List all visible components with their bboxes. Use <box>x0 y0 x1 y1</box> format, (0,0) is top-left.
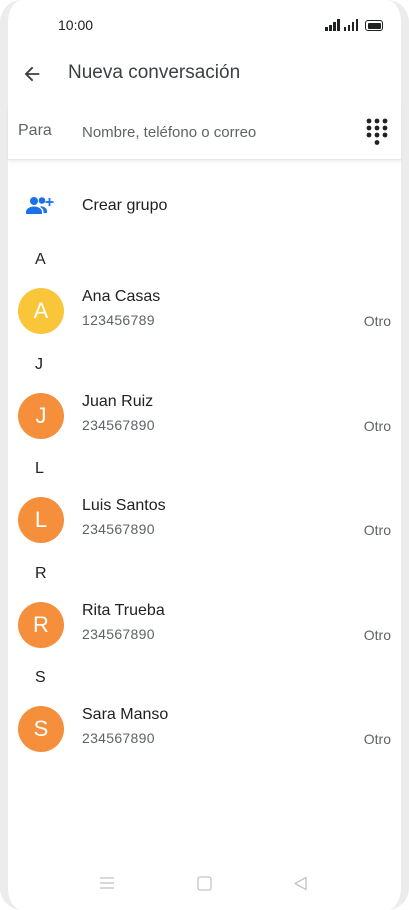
section-header-l: L <box>35 460 44 477</box>
nav-menu-button[interactable] <box>99 876 115 895</box>
back-button[interactable] <box>18 60 46 88</box>
contact-phone-type: Otro <box>363 627 391 643</box>
contact-ana-casas[interactable]: A Ana Casas 123456789 Otro <box>8 281 401 341</box>
avatar: S <box>18 706 64 752</box>
recipient-label: Para <box>18 122 52 139</box>
system-nav-bar <box>0 868 409 902</box>
signal-icon <box>343 19 358 31</box>
home-icon <box>197 876 212 891</box>
contact-name: Rita Trueba <box>82 602 165 619</box>
create-group-label: Crear grupo <box>82 197 168 214</box>
contact-phone: 123456789 <box>82 312 155 328</box>
avatar: A <box>18 288 64 334</box>
contact-name: Luis Santos <box>82 497 166 514</box>
contact-rita-trueba[interactable]: R Rita Trueba 234567890 Otro <box>8 595 401 655</box>
avatar: L <box>18 497 64 543</box>
contact-phone: 234567890 <box>82 521 155 537</box>
section-header-r: R <box>35 565 47 582</box>
contact-luis-santos[interactable]: L Luis Santos 234567890 Otro <box>8 490 401 550</box>
battery-icon <box>365 20 383 31</box>
status-bar: 10:00 <box>0 0 409 50</box>
dialpad-icon <box>366 118 388 145</box>
nav-back-button[interactable] <box>293 876 308 896</box>
section-header-j: J <box>35 356 43 373</box>
contact-phone: 234567890 <box>82 626 155 642</box>
contact-phone: 234567890 <box>82 417 155 433</box>
arrow-back-icon <box>24 66 40 82</box>
status-icons <box>325 17 383 31</box>
nav-home-button[interactable] <box>197 876 212 896</box>
contact-sara-manso[interactable]: S Sara Manso 234567890 Otro <box>8 699 401 759</box>
avatar: J <box>18 393 64 439</box>
avatar: R <box>18 602 64 648</box>
create-group-button[interactable]: Crear grupo <box>8 184 401 228</box>
status-time: 10:00 <box>58 17 94 33</box>
section-header-s: S <box>35 669 46 686</box>
contact-phone-type: Otro <box>363 522 391 538</box>
contact-name: Sara Manso <box>82 706 169 723</box>
back-triangle-icon <box>294 876 307 891</box>
contact-phone-type: Otro <box>363 418 391 434</box>
contact-juan-ruiz[interactable]: J Juan Ruiz 234567890 Otro <box>8 386 401 446</box>
contact-phone-type: Otro <box>363 731 391 747</box>
recipient-input[interactable] <box>82 118 352 146</box>
dialpad-button[interactable] <box>364 117 390 147</box>
app-bar: Nueva conversación <box>0 50 409 96</box>
contact-name: Juan Ruiz <box>82 393 154 410</box>
contact-phone: 234567890 <box>82 730 155 746</box>
page-title: Nueva conversación <box>68 62 241 83</box>
contact-name: Ana Casas <box>82 288 161 305</box>
contact-phone-type: Otro <box>363 313 391 329</box>
recipient-row: Para <box>8 104 401 160</box>
signal-icon <box>325 19 340 31</box>
section-header-a: A <box>35 251 46 268</box>
menu-icon <box>100 877 114 889</box>
group-add-icon <box>26 197 54 214</box>
